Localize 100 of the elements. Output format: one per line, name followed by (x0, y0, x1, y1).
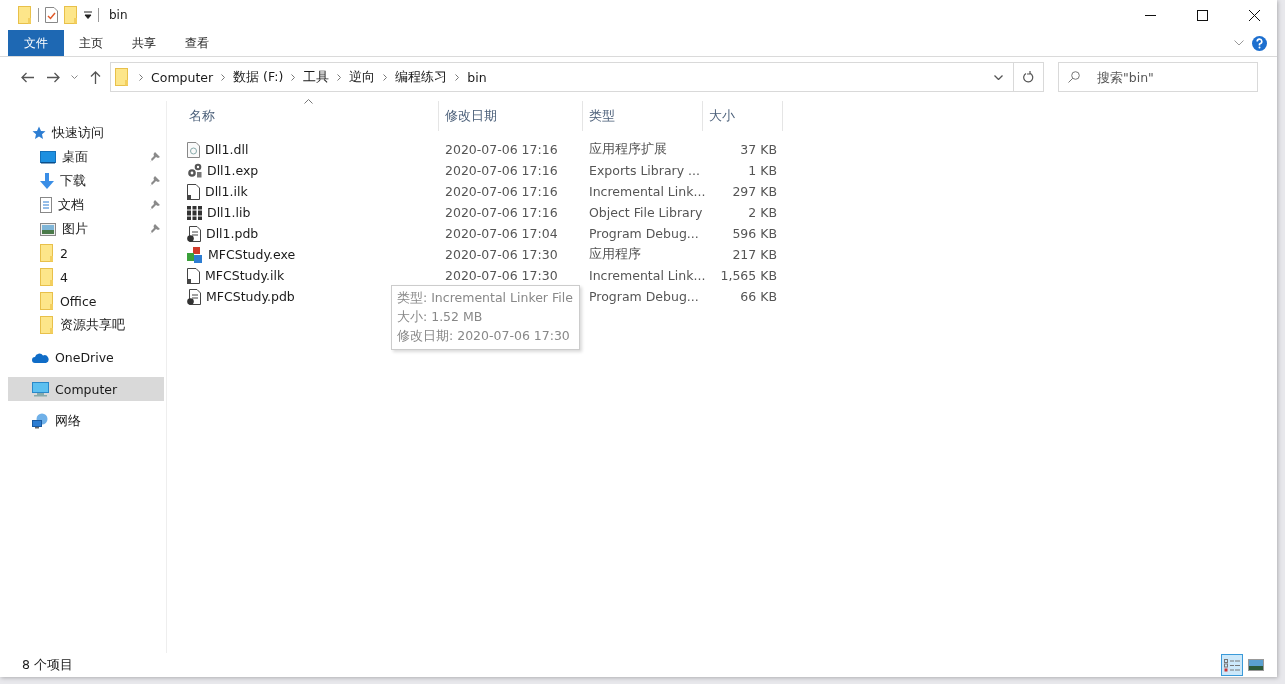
file-type: Program Debug... (588, 289, 700, 304)
modified-date: 2020-07-06 17:16 (444, 163, 559, 178)
file-name[interactable]: Dll1.pdb (206, 226, 259, 241)
checklist-document-icon[interactable] (45, 7, 58, 23)
file-name[interactable]: Dll1.lib (207, 205, 251, 220)
file-type: Exports Library ... (588, 163, 701, 178)
search-field[interactable]: 搜索"bin" (1058, 62, 1258, 92)
file-size: 596 KB (731, 226, 778, 241)
sidebar-item[interactable]: 资源共享吧 (8, 313, 164, 337)
folder-icon (18, 6, 32, 24)
left-arrow-icon (20, 71, 34, 83)
sidebar-item[interactable]: 下载 (8, 169, 164, 193)
file-name[interactable]: MFCStudy.exe (208, 247, 296, 262)
breadcrumb-item[interactable]: Computer (147, 69, 218, 85)
breadcrumb-item[interactable]: bin (463, 69, 491, 85)
modified-date: 2020-07-06 17:16 (444, 205, 559, 220)
file-name[interactable]: Dll1.ilk (205, 184, 248, 199)
sidebar-item[interactable]: 2 (8, 241, 164, 265)
folder-icon (115, 68, 129, 86)
chevron-right-icon (139, 73, 143, 81)
tooltip-line: 大小: 1.52 MB (397, 308, 484, 326)
modified-date: 2020-07-06 17:16 (444, 184, 559, 199)
sidebar-item[interactable]: 桌面 (8, 145, 164, 169)
modified-date: 2020-07-06 17:30 (444, 268, 559, 283)
file-size: 297 KB (731, 184, 778, 199)
app-blocks-icon (187, 246, 203, 263)
modified-date: 2020-07-06 17:16 (444, 142, 559, 157)
right-arrow-icon (46, 71, 60, 83)
file-type: 应用程序 (588, 246, 642, 263)
ribbon-tab[interactable]: 查看 (170, 30, 223, 56)
refresh-icon (1023, 71, 1034, 83)
ribbon-tab[interactable]: 共享 (117, 30, 170, 56)
file-size: 1,565 KB (719, 268, 778, 283)
chevron-right-icon (291, 73, 296, 81)
tooltip-line: 类型: Incremental Linker File (397, 289, 573, 307)
gears-icon (187, 163, 202, 178)
document-icon (40, 197, 52, 213)
file-name[interactable]: Dll1.exp (207, 163, 259, 178)
list-icon (1224, 658, 1240, 672)
document-icon (187, 225, 201, 242)
maximize-icon (1196, 9, 1208, 21)
gear-document-icon (187, 141, 200, 158)
monitor-icon (40, 150, 56, 164)
folder-icon (64, 6, 78, 24)
breadcrumb-item[interactable]: 数据 (F:) (229, 68, 288, 86)
column-header[interactable]: 大小 (703, 101, 783, 131)
sidebar-item[interactable]: 快速访问 (8, 121, 164, 145)
details-view-button[interactable] (1221, 654, 1243, 676)
folder-icon (40, 316, 54, 334)
modified-date: 2020-07-06 17:30 (444, 247, 559, 262)
file-name[interactable]: MFCStudy.pdb (206, 289, 295, 304)
folder-icon (40, 268, 54, 286)
document-icon (187, 288, 201, 305)
sidebar-item[interactable]: Computer (8, 377, 164, 401)
picture-icon (40, 222, 56, 236)
chevron-right-icon (383, 73, 388, 81)
sidebar-item[interactable]: 文档 (8, 193, 164, 217)
tooltip-line: 修改日期: 2020-07-06 17:30 (397, 327, 571, 345)
sidebar-item[interactable]: 图片 (8, 217, 164, 241)
sidebar-item[interactable]: OneDrive (8, 345, 164, 369)
file-type: 应用程序扩展 (588, 141, 668, 158)
folder-icon (40, 244, 54, 262)
file-size: 1 KB (747, 163, 778, 178)
file-type: Program Debug... (588, 226, 700, 241)
file-name[interactable]: MFCStudy.ilk (205, 268, 285, 283)
chevron-right-icon (455, 73, 460, 81)
down-arrow-icon (40, 173, 54, 189)
file-size: 37 KB (739, 142, 778, 157)
up-arrow-icon (89, 70, 101, 84)
dropdown-icon[interactable] (84, 11, 92, 19)
column-header[interactable]: 类型 (583, 101, 703, 131)
item-count: 8 个项目 (22, 656, 73, 674)
column-header[interactable]: 名称 (183, 101, 439, 131)
document-icon (187, 267, 200, 284)
file-name[interactable]: Dll1.dll (205, 142, 249, 157)
chevron-down-icon (993, 74, 1003, 80)
address-bar[interactable]: Computer 数据 (F:) 工具 逆向 编程练习 bin (110, 62, 1044, 92)
file-size: 66 KB (739, 289, 778, 304)
ribbon-tab[interactable]: 主页 (64, 30, 117, 56)
chevron-down-icon[interactable] (1234, 40, 1244, 46)
sidebar-item[interactable]: 4 (8, 265, 164, 289)
chevron-down-icon (70, 75, 78, 79)
books-icon (187, 205, 202, 220)
close-icon (1248, 9, 1260, 21)
search-icon (1068, 71, 1080, 83)
sidebar-item[interactable]: 网络 (8, 409, 164, 433)
sidebar-item[interactable]: Office (8, 289, 164, 313)
star-icon (32, 126, 46, 140)
column-header[interactable]: 修改日期 (439, 101, 583, 131)
cloud-icon (32, 351, 49, 363)
minimize-icon (1144, 14, 1156, 16)
help-icon[interactable] (1252, 35, 1267, 51)
picture-icon (1248, 659, 1264, 671)
sort-caret-icon (304, 99, 313, 104)
chevron-right-icon (337, 73, 342, 81)
breadcrumb-item[interactable]: 编程练习 (391, 68, 452, 86)
breadcrumb-item[interactable]: 工具 (299, 68, 334, 86)
breadcrumb-item[interactable]: 逆向 (345, 68, 380, 86)
document-icon (187, 183, 200, 200)
file-size: 2 KB (747, 205, 778, 220)
